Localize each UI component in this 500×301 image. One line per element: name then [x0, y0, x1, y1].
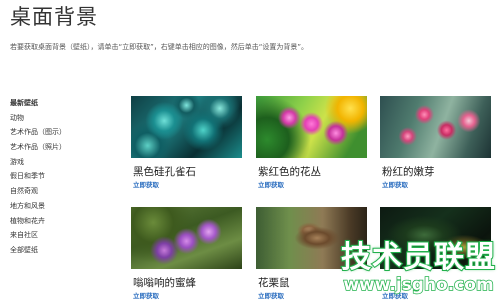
get-now-link[interactable]: 立即获取 [382, 179, 408, 189]
get-now-link[interactable]: 立即获取 [133, 179, 159, 189]
wallpaper-thumbnail[interactable] [256, 96, 367, 158]
wallpaper-title: 黑色硅孔雀石 [133, 166, 196, 178]
sidebar-item-all[interactable]: 全部壁纸 [10, 243, 110, 258]
wallpaper-title: 嗡嗡响的蜜蜂 [133, 277, 196, 289]
get-now-link[interactable]: 立即获取 [133, 290, 159, 300]
wallpaper-title: 花栗鼠 [258, 277, 290, 289]
sidebar-item-places[interactable]: 地方和风景 [10, 199, 110, 214]
page-intro: 若要获取桌面背景（壁纸），请单击“立即获取”，右键单击相应的图像，然后单击“设置… [10, 43, 309, 51]
sidebar-item-art-illustration[interactable]: 艺术作品（图示） [10, 125, 110, 140]
wallpaper-thumbnail[interactable] [131, 96, 242, 158]
wallpaper-thumbnail[interactable] [131, 207, 242, 269]
wallpaper-grid: 黑色硅孔雀石 立即获取 紫红色的花丛 立即获取 粉红的嫩芽 立即获取 嗡嗡响的蜜… [131, 96, 500, 301]
wallpaper-title: 紫红色的花丛 [258, 166, 321, 178]
page-title: 桌面背景 [10, 5, 98, 29]
wallpaper-thumbnail[interactable] [380, 96, 491, 158]
get-now-link[interactable]: 立即获取 [382, 290, 408, 300]
sidebar-item-art-photo[interactable]: 艺术作品（照片） [10, 140, 110, 155]
sidebar-item-natural-wonders[interactable]: 自然奇观 [10, 184, 110, 199]
wallpaper-thumbnail[interactable] [380, 207, 491, 269]
sidebar-item-plants[interactable]: 植物和花卉 [10, 214, 110, 229]
wallpaper-title: 粉红的嫩芽 [382, 166, 435, 178]
get-now-link[interactable]: 立即获取 [258, 179, 284, 189]
sidebar-item-community[interactable]: 来自社区 [10, 228, 110, 243]
get-now-link[interactable]: 立即获取 [258, 290, 284, 300]
sidebar-item-games[interactable]: 游戏 [10, 155, 110, 170]
category-sidebar: 最新壁纸 动物 艺术作品（图示） 艺术作品（照片） 游戏 假日和季节 自然奇观 … [10, 96, 110, 258]
sidebar-item-animals[interactable]: 动物 [10, 111, 110, 126]
sidebar-item-latest[interactable]: 最新壁纸 [10, 96, 110, 111]
sidebar-item-holidays[interactable]: 假日和季节 [10, 169, 110, 184]
wallpaper-thumbnail[interactable] [256, 207, 367, 269]
